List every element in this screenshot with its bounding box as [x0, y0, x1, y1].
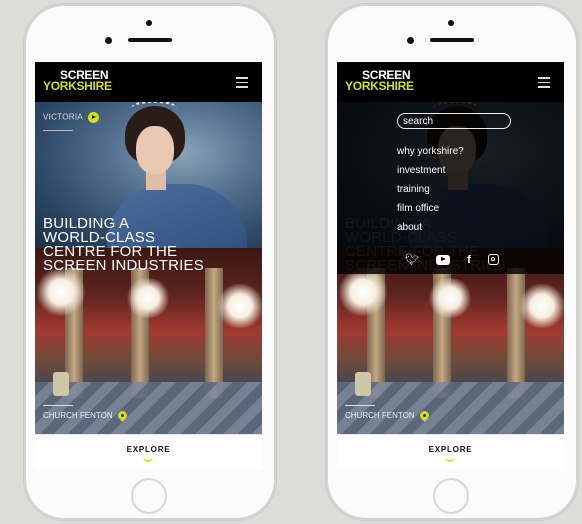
location-link[interactable]: CHURCH FENTON — [345, 409, 431, 423]
logo[interactable]: SCREEN YORKSHIRE — [43, 69, 112, 93]
hamburger-menu-icon[interactable] — [236, 77, 248, 88]
twitter-icon[interactable]: 🐦︎ — [405, 253, 419, 266]
chevron-down-icon — [143, 456, 153, 462]
location-underline — [43, 405, 73, 406]
nav-menu-overlay: search why yorkshire? investment trainin… — [337, 102, 564, 274]
home-button[interactable] — [131, 478, 167, 514]
feature-label: VICTORIA — [43, 112, 84, 122]
menu-item-why-yorkshire[interactable]: why yorkshire? — [397, 142, 464, 161]
location-link[interactable]: CHURCH FENTON — [43, 409, 129, 423]
screen: SCREEN YORKSHIRE BUILDING A WORLD-CLASS … — [337, 62, 564, 470]
location-label: CHURCH FENTON — [43, 411, 113, 420]
hero-image-church-fenton — [337, 248, 564, 434]
location-label: CHURCH FENTON — [345, 411, 415, 420]
sensor-dot — [146, 20, 152, 26]
home-button[interactable] — [433, 478, 469, 514]
feature-link[interactable]: VICTORIA — [43, 112, 100, 123]
camera-icon — [407, 37, 414, 44]
earpiece-speaker — [128, 38, 172, 42]
site-header: SCREEN YORKSHIRE — [35, 62, 262, 102]
site-header: SCREEN YORKSHIRE — [337, 62, 564, 102]
nav-menu: why yorkshire? investment training film … — [397, 142, 464, 237]
youtube-icon[interactable] — [436, 254, 451, 265]
logo-line-2: YORKSHIRE — [345, 79, 414, 93]
feature-underline — [43, 130, 73, 131]
headline-line: SCREEN INDUSTRIES — [43, 257, 204, 274]
explore-bar[interactable]: EXPLORE — [337, 434, 564, 470]
instagram-icon[interactable] — [487, 254, 499, 265]
phone-home-screen: SCREEN YORKSHIRE VICTORIA BUILDING A WOR… — [24, 4, 276, 520]
social-links: 🐦︎ f — [405, 249, 499, 268]
phone-menu-screen: SCREEN YORKSHIRE BUILDING A WORLD-CLASS … — [326, 4, 578, 520]
sensor-dot — [448, 20, 454, 26]
map-pin-icon[interactable] — [417, 409, 431, 423]
play-icon[interactable] — [88, 112, 100, 123]
camera-icon — [105, 37, 112, 44]
hero-headline: BUILDING A WORLD-CLASS CENTRE FOR THE SC… — [43, 216, 258, 274]
facebook-icon[interactable]: f — [467, 254, 471, 266]
explore-button[interactable]: EXPLORE — [35, 445, 262, 454]
search-input[interactable]: search — [397, 113, 511, 129]
menu-item-about[interactable]: about — [397, 218, 464, 237]
logo[interactable]: SCREEN YORKSHIRE — [345, 69, 414, 93]
hamburger-menu-icon[interactable] — [538, 77, 550, 88]
logo-line-2: YORKSHIRE — [43, 79, 112, 93]
hero-image-church-fenton — [35, 248, 262, 434]
explore-button[interactable]: EXPLORE — [337, 445, 564, 454]
screen: SCREEN YORKSHIRE VICTORIA BUILDING A WOR… — [35, 62, 262, 470]
earpiece-speaker — [430, 38, 474, 42]
chevron-down-icon — [445, 456, 455, 462]
map-pin-icon[interactable] — [115, 409, 129, 423]
menu-item-training[interactable]: training — [397, 180, 464, 199]
location-underline — [345, 405, 375, 406]
explore-bar[interactable]: EXPLORE — [35, 434, 262, 470]
menu-item-film-office[interactable]: film office — [397, 199, 464, 218]
menu-item-investment[interactable]: investment — [397, 161, 464, 180]
